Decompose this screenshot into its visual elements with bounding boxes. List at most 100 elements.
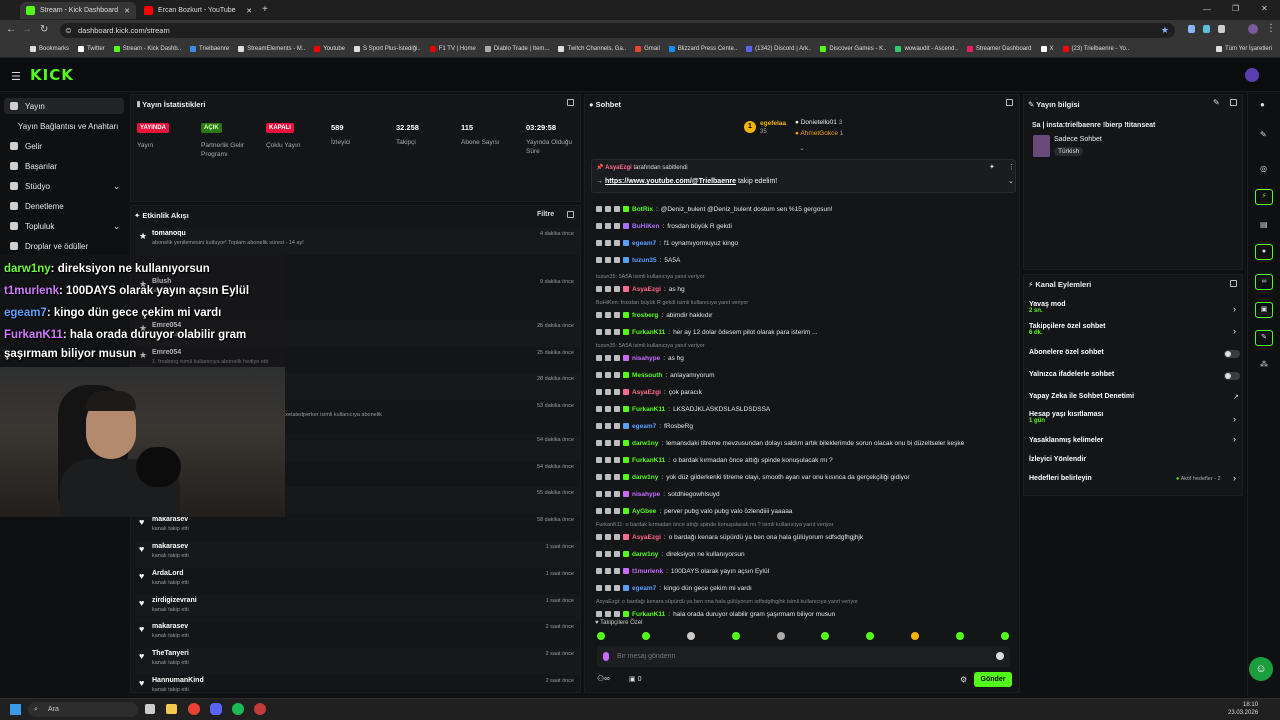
extension-icon[interactable]	[1203, 25, 1210, 33]
activity-item[interactable]: ★ tomanoqu abonelik yenilemesini kutluyor!…	[135, 228, 580, 255]
external-link-icon[interactable]: ↗	[1233, 393, 1239, 401]
menu-kebab-icon[interactable]: ⋮	[1008, 163, 1015, 171]
bookmark-item[interactable]: Youtube	[314, 46, 345, 52]
bookmark-item[interactable]: Diablo Trade | Item...	[484, 46, 549, 52]
link-icon[interactable]: ∞	[1255, 274, 1273, 290]
ban-icon[interactable]	[614, 611, 620, 617]
chat-username[interactable]: AyGbee	[632, 508, 656, 515]
emote-icon[interactable]	[686, 632, 695, 640]
chat-message[interactable]: egeam7: fRosbeRg	[596, 420, 1014, 432]
timeout-icon[interactable]	[605, 568, 611, 574]
activity-user[interactable]: TheTanyeri	[152, 650, 189, 657]
chat-message[interactable]: egeam7: kingo dün gece çekim mi vardı	[596, 582, 1014, 594]
ban-icon[interactable]	[614, 329, 620, 335]
chat-username[interactable]: darw1ny	[632, 551, 658, 558]
chat-username[interactable]: AsyaEzgi	[632, 286, 661, 293]
chat-username[interactable]: nisahype	[632, 355, 660, 362]
chat-message[interactable]: darw1ny: yok düz gilderkenki titreme olay…	[596, 471, 1014, 483]
extension-icon[interactable]	[1188, 25, 1195, 33]
action-banned-words[interactable]: Yasaklanmış kelimeler	[1029, 437, 1244, 444]
activity-user[interactable]: makarasev	[152, 543, 188, 550]
task-view-icon[interactable]	[145, 704, 155, 714]
ban-icon[interactable]	[614, 508, 620, 514]
chat-text-field[interactable]	[617, 650, 987, 663]
camera-icon[interactable]: ◎	[1260, 164, 1267, 173]
pin-action-icon[interactable]	[596, 423, 602, 429]
action-account-age[interactable]: Hesap yaşı kısıtlaması 1 gün	[1029, 411, 1244, 424]
bookmark-item[interactable]: Discover Games - K..	[820, 46, 886, 52]
support-chat-icon[interactable]: ☺	[1249, 657, 1273, 681]
chat-bubble-icon[interactable]: ●	[1255, 244, 1273, 260]
bookmark-item[interactable]: wowaudit - Ascend..	[895, 46, 958, 52]
bookmark-item[interactable]: Twitch Channels, Ga..	[558, 46, 626, 52]
obs-icon[interactable]	[254, 703, 266, 715]
hamburger-menu-icon[interactable]: ☰	[11, 70, 21, 83]
timeout-icon[interactable]	[605, 329, 611, 335]
emote-icon[interactable]	[597, 632, 605, 640]
settings-gear-icon[interactable]: ⚙	[960, 675, 967, 684]
close-tab-icon[interactable]: ✕	[246, 7, 252, 15]
pin-icon[interactable]: ✦	[989, 163, 995, 171]
chevron-right-icon[interactable]: ›	[1233, 326, 1236, 336]
tab-youtube[interactable]: Ercan Bozkurt - YouTube ✕	[138, 2, 258, 19]
close-tab-icon[interactable]: ✕	[124, 7, 130, 15]
chat-username[interactable]: BotRix	[632, 206, 653, 213]
chat-message[interactable]: t1murlenk:100DAYS olarak yayın açsın Eyl…	[596, 565, 1014, 577]
chat-message[interactable]: FurkanK11: her ay 12 dolar ödesem pilot o…	[596, 326, 1014, 338]
tool-icon[interactable]: ✎	[1255, 330, 1273, 346]
timeout-icon[interactable]	[605, 223, 611, 229]
emote-icon[interactable]	[731, 632, 740, 640]
expand-icon[interactable]	[567, 99, 574, 106]
bookmark-item[interactable]: X	[1040, 46, 1054, 52]
pin-action-icon[interactable]	[596, 286, 602, 292]
timeout-icon[interactable]	[605, 508, 611, 514]
ban-icon[interactable]	[614, 355, 620, 361]
emote-icon[interactable]	[866, 632, 875, 640]
chat-username[interactable]: FurkanK11	[632, 457, 665, 464]
spotify-icon[interactable]	[232, 703, 244, 715]
chat-message[interactable]: tuzun35:5A5A	[596, 254, 1014, 266]
chat-message[interactable]: AsyaEzgi: çok paracık	[596, 386, 1014, 398]
chat-message[interactable]: AsyaEzgi: as hg	[596, 283, 1014, 295]
address-bar[interactable]: ⊜ dashboard.kick.com/stream ★	[60, 23, 1175, 38]
pin-action-icon[interactable]	[596, 240, 602, 246]
ban-icon[interactable]	[614, 206, 620, 212]
pin-action-icon[interactable]	[596, 355, 602, 361]
pin-action-icon[interactable]	[596, 551, 602, 557]
timeout-icon[interactable]	[605, 551, 611, 557]
ban-icon[interactable]	[614, 457, 620, 463]
timeout-icon[interactable]	[605, 372, 611, 378]
timeout-icon[interactable]	[605, 406, 611, 412]
emote-icon[interactable]	[821, 632, 830, 640]
chevron-down-icon[interactable]: ⌄	[799, 144, 805, 152]
bookmark-star-icon[interactable]: ★	[1161, 23, 1169, 38]
expand-icon[interactable]	[1230, 99, 1237, 106]
pin-action-icon[interactable]	[596, 312, 602, 318]
activity-user[interactable]: ArdaLord	[152, 570, 184, 577]
activity-item[interactable]: ♥ TheTanyeri kanalı takip etti 2 saat önce	[135, 648, 580, 675]
minimize-icon[interactable]: —	[1203, 5, 1211, 14]
ban-icon[interactable]	[614, 551, 620, 557]
discord-icon[interactable]	[210, 703, 222, 715]
activity-user[interactable]: tomanoqu	[152, 230, 186, 237]
top-user-name[interactable]: egefelaa	[760, 120, 786, 127]
bookmark-item[interactable]: Streamer Dashboard	[966, 46, 1032, 52]
timeout-icon[interactable]	[605, 240, 611, 246]
category-name[interactable]: Sadece Sohbet	[1054, 136, 1102, 143]
chat-message[interactable]: FurkanK11: o bardak kırmadan önce attığı …	[596, 454, 1014, 466]
timeout-icon[interactable]	[605, 611, 611, 617]
ban-icon[interactable]	[614, 312, 620, 318]
site-info-icon[interactable]: ⊜	[65, 23, 72, 38]
subscribers-only-toggle[interactable]	[1224, 350, 1240, 358]
chat-username[interactable]: darw1ny	[632, 474, 658, 481]
activity-item[interactable]: ♥ ArdaLord kanalı takip etti 1 saat önce	[135, 568, 580, 595]
chat-username[interactable]: nisahype	[632, 491, 660, 498]
ban-icon[interactable]	[614, 474, 620, 480]
activity-user[interactable]: zirdigizevrani	[152, 597, 197, 604]
timeout-icon[interactable]	[605, 286, 611, 292]
emote-icon[interactable]	[641, 632, 650, 640]
tab-kick-dashboard[interactable]: Stream - Kick Dashboard ✕	[20, 2, 136, 19]
chat-message[interactable]: nisahype: as hg	[596, 352, 1014, 364]
bookmark-item[interactable]: (23) Trielbaenre - Yo..	[1062, 46, 1129, 52]
chevron-right-icon[interactable]: ›	[1233, 473, 1236, 483]
